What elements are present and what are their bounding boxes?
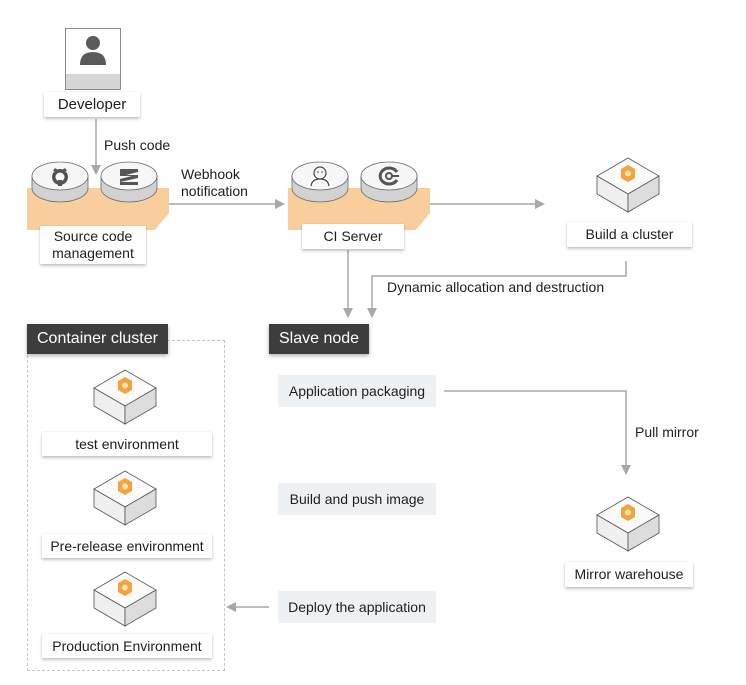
gitlab-zentao-icon: [99, 158, 159, 206]
webhook-label-line2: notification: [181, 183, 248, 199]
step-application-packaging: Application packaging: [278, 375, 436, 407]
cluster-cube-icon: [92, 570, 158, 628]
environment-label-test: test environment: [42, 432, 212, 456]
user-icon: [66, 29, 120, 74]
developer-label: Developer: [44, 92, 140, 117]
mirror-warehouse-label: Mirror warehouse: [565, 562, 693, 587]
cluster-cube-icon: [595, 495, 661, 553]
dynamic-allocation-label: Dynamic allocation and destruction: [387, 279, 605, 295]
source-code-label-line1: Source code: [53, 228, 133, 244]
container-cluster-title: Container cluster: [27, 324, 168, 354]
jenkins-icon: [290, 158, 350, 206]
webhook-label-line1: Webhook: [181, 166, 240, 182]
step-deploy-application: Deploy the application: [278, 591, 436, 623]
webhook-label: Webhook notification: [181, 166, 248, 200]
ci-server-label: CI Server: [302, 224, 404, 249]
source-code-label: Source code management: [40, 226, 146, 264]
developer-node: [65, 28, 121, 90]
github-icon: [30, 158, 90, 206]
build-cluster-label: Build a cluster: [567, 222, 692, 247]
cluster-cube-icon: [595, 156, 661, 214]
environment-label-pre-release: Pre-release environment: [42, 534, 212, 558]
pull-mirror-label: Pull mirror: [635, 424, 699, 440]
step-build-and-push-image: Build and push image: [278, 483, 436, 515]
pull-mirror-connector: [437, 390, 631, 475]
cluster-cube-icon: [92, 368, 158, 426]
environment-label-production: Production Environment: [42, 634, 212, 658]
source-code-label-line2: management: [52, 245, 134, 261]
slave-node-title: Slave node: [269, 324, 370, 354]
push-code-label: Push code: [104, 137, 171, 153]
cluster-cube-icon: [92, 469, 158, 527]
ci-tool-icon: [359, 158, 419, 206]
